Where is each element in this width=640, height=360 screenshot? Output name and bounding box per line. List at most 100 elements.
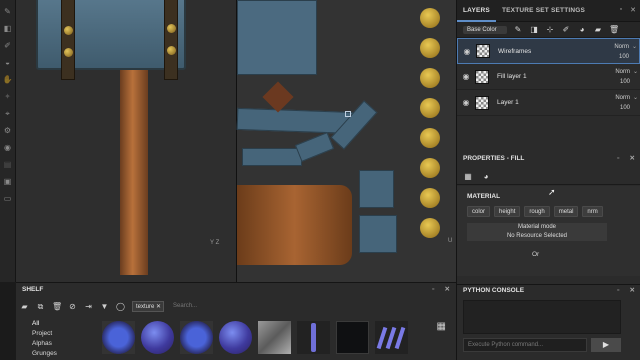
layer-blend[interactable]: Norm 100	[614, 42, 629, 62]
shelf-thumbnail[interactable]	[336, 321, 369, 354]
layer-opacity[interactable]: 100	[619, 54, 629, 60]
sphere-icon[interactable]: ◯	[116, 302, 125, 311]
shelf-category-all[interactable]: All	[30, 319, 57, 329]
clone-icon[interactable]: ✦	[3, 92, 13, 102]
document-icon[interactable]: ▭	[3, 194, 13, 204]
close-icon[interactable]: ✕	[445, 283, 450, 297]
eye-icon[interactable]: ◉	[461, 72, 471, 81]
run-command-button[interactable]: ▶	[591, 338, 621, 352]
chip-height[interactable]: height	[494, 206, 521, 217]
fill-layer-icon[interactable]: ◕	[577, 25, 587, 35]
float-panel-icon[interactable]: ▫	[432, 283, 434, 297]
float-panel-icon[interactable]: ▫	[620, 6, 622, 14]
uv-island	[237, 0, 317, 75]
shelf-thumbnail[interactable]	[141, 321, 174, 354]
panel-window-buttons: ▫ ✕	[620, 6, 636, 14]
filter-chip-label: texture	[136, 303, 155, 310]
filter-chip[interactable]: texture ✕	[132, 300, 165, 312]
sphere-icon[interactable]: ◉	[3, 143, 13, 153]
eye-icon[interactable]: ◉	[462, 47, 472, 56]
blend-mode[interactable]: Norm	[615, 69, 630, 75]
channel-select[interactable]: Base Color	[463, 25, 507, 34]
tab-texture-set-settings[interactable]: TEXTURE SET SETTINGS	[496, 0, 591, 22]
brush-icon[interactable]: ✎	[3, 7, 13, 17]
paint-layer-icon[interactable]: ✐	[561, 25, 571, 35]
blend-mode[interactable]: Norm	[614, 44, 629, 50]
brush-icon[interactable]: ✎	[513, 25, 523, 35]
chevron-down-icon[interactable]: ⌄	[632, 43, 637, 50]
shelf-category-alphas[interactable]: Alphas	[30, 339, 57, 349]
delete-icon[interactable]: 🗑	[609, 25, 619, 35]
add-mask-icon[interactable]: ◨	[529, 25, 539, 35]
hammer-stud	[64, 48, 73, 57]
delete-icon[interactable]: 🗑	[52, 302, 62, 311]
close-icon[interactable]: ✕	[630, 285, 635, 297]
shelf-panel: SHELF ▫ ✕ ▰ ⧉ 🗑 ⊘ ⇥ ▼ ◯ texture ✕ Search…	[16, 282, 456, 360]
chip-metal[interactable]: metal	[553, 206, 579, 217]
tab-layers[interactable]: LAYERS	[457, 0, 496, 22]
shelf-thumbnail[interactable]	[180, 321, 213, 354]
shelf-header: SHELF ▫ ✕	[16, 283, 456, 297]
material-sphere-icon[interactable]: ◕	[481, 172, 491, 182]
properties-body: MATERIAL ➚ color height rough metal nrm …	[457, 186, 640, 276]
layer-thumbnail	[475, 69, 489, 84]
properties-tab-bar: ▦ ◕	[457, 169, 640, 185]
viewport-2d[interactable]: U	[236, 0, 456, 282]
shelf-category-project[interactable]: Project	[30, 329, 57, 339]
layer-row-layer-1[interactable]: ◉ Layer 1 Norm 100 ⌄	[457, 90, 640, 116]
shelf-thumbnail[interactable]	[258, 321, 291, 354]
layer-blend[interactable]: Norm 100	[615, 93, 630, 113]
layer-opacity[interactable]: 100	[620, 79, 630, 85]
eye-icon[interactable]: ◉	[461, 98, 471, 107]
shelf-thumbnail[interactable]	[297, 321, 330, 354]
settings-icon[interactable]: ⚙	[3, 126, 13, 136]
grid-view-icon[interactable]: ▦	[437, 321, 446, 332]
folder-icon[interactable]: ▰	[593, 25, 603, 35]
photoshop-icon[interactable]: ▣	[3, 177, 13, 187]
shelf-search-input[interactable]: Search...	[173, 303, 197, 309]
projection-icon[interactable]: ✐	[3, 41, 13, 51]
chip-nrm[interactable]: nrm	[582, 206, 603, 217]
layer-opacity[interactable]: 100	[620, 105, 630, 111]
shelf-thumbnail[interactable]	[102, 321, 135, 354]
add-effect-icon[interactable]: ⊹	[545, 25, 555, 35]
shelf-thumbnail[interactable]	[219, 321, 252, 354]
material-mode-slot[interactable]: Material mode No Resource Selected	[467, 223, 607, 241]
layer-row-wireframes[interactable]: ◉ Wireframes Norm 100 ⌄	[457, 38, 640, 64]
selection-marker[interactable]	[345, 111, 351, 117]
viewport-3d[interactable]: Y Z	[16, 0, 236, 282]
hammer-band	[61, 0, 75, 80]
float-panel-icon[interactable]: ▫	[617, 285, 619, 297]
color-picker-icon[interactable]: ⌖	[3, 109, 13, 119]
material-mode-value: No Resource Selected	[506, 233, 568, 239]
new-window-icon[interactable]: ⧉	[36, 302, 45, 311]
layer-row-fill-layer-1[interactable]: ◉ Fill layer 1 Norm 100 ⌄	[457, 64, 640, 90]
axis-gizmo-3d: Y Z	[210, 240, 219, 246]
uv-stud-island	[420, 188, 440, 208]
close-icon[interactable]: ✕	[630, 152, 635, 166]
filter-icon[interactable]: ▼	[100, 302, 109, 311]
hide-icon[interactable]: ⊘	[68, 302, 77, 311]
blend-mode[interactable]: Norm	[615, 95, 630, 101]
float-panel-icon[interactable]: ▫	[617, 152, 619, 166]
eraser-icon[interactable]: ◧	[3, 24, 13, 34]
smudge-icon[interactable]: ✋	[3, 75, 13, 85]
shelf-thumbnail[interactable]	[375, 321, 408, 354]
chevron-down-icon[interactable]: ⌄	[633, 94, 638, 101]
uv-stud-island	[420, 158, 440, 178]
viewport[interactable]: Y Z U	[16, 0, 456, 282]
layers-icon[interactable]: ▤	[3, 160, 13, 170]
chip-color[interactable]: color	[467, 206, 491, 217]
chevron-down-icon[interactable]: ⌄	[633, 68, 638, 75]
layer-blend[interactable]: Norm 100	[615, 67, 630, 87]
folder-icon[interactable]: ▰	[20, 302, 29, 311]
close-icon[interactable]: ✕	[630, 6, 636, 14]
uv-stud-island	[420, 128, 440, 148]
import-icon[interactable]: ⇥	[84, 302, 93, 311]
chip-rough[interactable]: rough	[524, 206, 550, 217]
geometry-mask-icon[interactable]: ◒	[3, 58, 13, 68]
shelf-category-grunges[interactable]: Grunges	[30, 349, 57, 359]
fill-properties-icon[interactable]: ▦	[463, 172, 473, 182]
python-command-input[interactable]: Execute Python command...	[463, 338, 587, 352]
close-icon[interactable]: ✕	[156, 304, 161, 310]
